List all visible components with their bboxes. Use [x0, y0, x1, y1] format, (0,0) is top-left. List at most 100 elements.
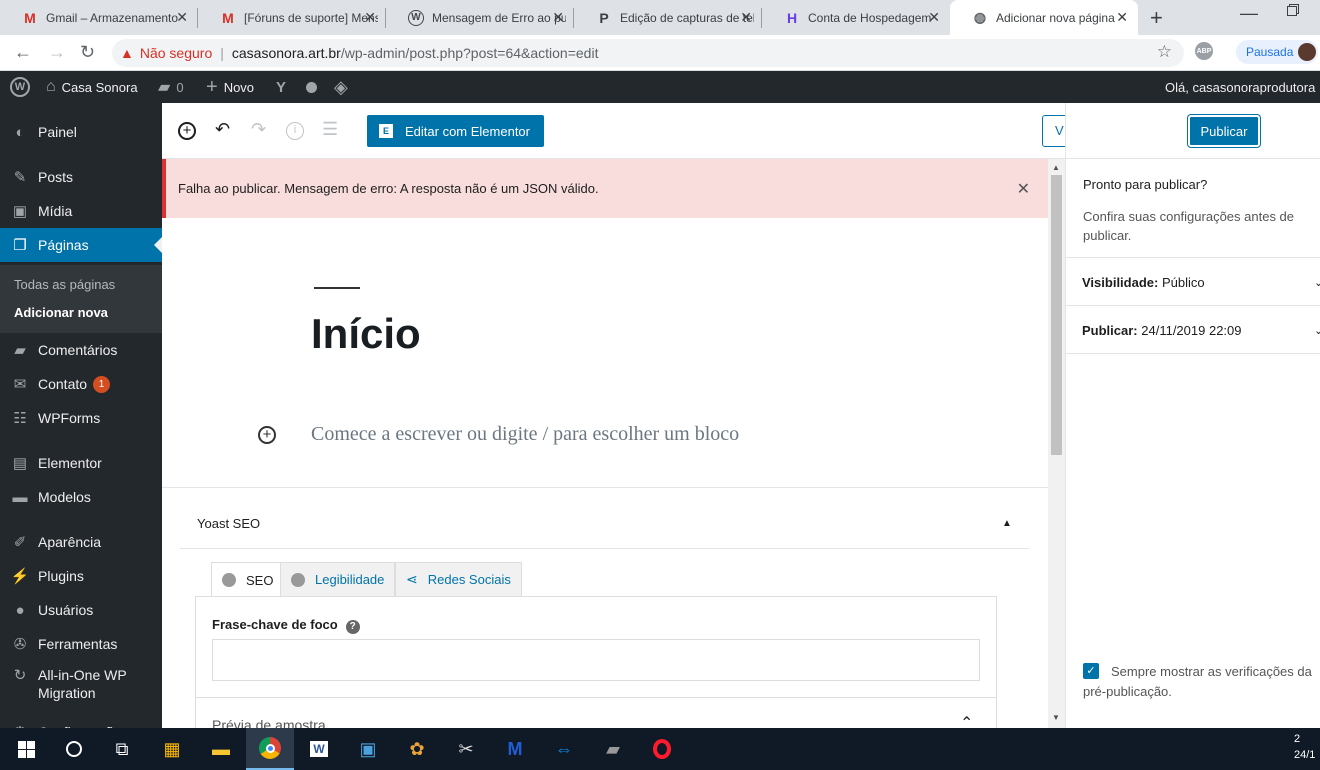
- browser-tab-forum[interactable]: M [Fóruns de suporte] Mensagem ✕: [198, 0, 386, 35]
- chevron-down-icon[interactable]: ⌄: [1314, 324, 1320, 337]
- browser-tab-wp-message[interactable]: W Mensagem de Erro ao publicar ✕: [386, 0, 574, 35]
- windows-start-icon[interactable]: [2, 728, 50, 770]
- new-tab-button[interactable]: +: [1150, 5, 1163, 31]
- sidebar-item-aparencia[interactable]: ✐ Aparência: [0, 525, 162, 559]
- close-tab-icon[interactable]: ✕: [552, 9, 564, 26]
- comments-link[interactable]: ▰ 0: [158, 71, 184, 103]
- paint-icon[interactable]: ✿: [393, 728, 441, 770]
- editor-scrollbar[interactable]: ▲ ▼: [1048, 159, 1065, 728]
- restore-window-button[interactable]: [1287, 6, 1297, 16]
- edit-with-elementor-button[interactable]: E Editar com Elementor: [367, 115, 544, 147]
- word-icon[interactable]: W: [295, 728, 343, 770]
- yoast-icon[interactable]: Y: [276, 71, 286, 103]
- address-bar[interactable]: ▲ Não seguro | casasonora.art.br/wp-admi…: [112, 39, 1184, 67]
- sidebar-item-label: Contato: [38, 376, 88, 392]
- prepublish-checkbox[interactable]: ✓: [1083, 663, 1099, 679]
- publish-date-row[interactable]: Publicar: 24/11/2019 22:09: [1082, 323, 1242, 338]
- site-name-link[interactable]: ⌂ Casa Sonora: [46, 71, 138, 103]
- sidebar-item-modelos[interactable]: ▬ Modelos: [0, 480, 162, 514]
- confirm-text: Confira suas configurações antes de publ…: [1083, 209, 1295, 243]
- sidebar-item-posts[interactable]: ✎ Posts: [0, 160, 162, 194]
- browser-tab-active[interactable]: ◍ Adicionar nova página ✕: [950, 0, 1138, 35]
- tab-redes-sociais[interactable]: ⋖ Redes Sociais: [395, 562, 522, 596]
- add-block-icon[interactable]: +: [178, 122, 196, 140]
- globe-icon: ◍: [973, 9, 987, 25]
- divider: [1066, 257, 1320, 258]
- submenu-all-pages[interactable]: Todas as páginas: [14, 277, 115, 292]
- tab-legibilidade[interactable]: Legibilidade: [280, 562, 396, 596]
- bookmark-star-icon[interactable]: ☆: [1157, 42, 1172, 62]
- browser-tab-hosting[interactable]: H Conta de Hospedagem ✕: [762, 0, 950, 35]
- tab-title: Adicionar nova página: [996, 10, 1115, 25]
- scrollbar-thumb[interactable]: [1051, 175, 1062, 455]
- add-block-icon[interactable]: +: [258, 426, 276, 444]
- browser-tab-gmail[interactable]: M Gmail – Armazenamento ✕: [0, 0, 198, 35]
- scroll-up-arrow-icon[interactable]: ▲: [1052, 163, 1060, 172]
- chevron-down-icon[interactable]: ⌄: [1314, 276, 1320, 289]
- teamviewer-icon[interactable]: ⇔: [540, 728, 588, 770]
- file-explorer-icon[interactable]: ▬: [197, 728, 245, 770]
- diamond-icon[interactable]: ◈: [334, 71, 348, 103]
- scroll-down-arrow-icon[interactable]: ▼: [1052, 713, 1060, 722]
- redo-icon[interactable]: ↷: [251, 119, 266, 140]
- wordpress-logo-icon[interactable]: W: [10, 71, 30, 103]
- sidebar-item-elementor[interactable]: ▤ Elementor: [0, 446, 162, 480]
- prepublish-checkbox-label[interactable]: Sempre mostrar as verificações da pré-pu…: [1083, 662, 1319, 702]
- publish-button[interactable]: Publicar: [1188, 115, 1260, 147]
- back-arrow-icon[interactable]: ←: [14, 42, 32, 63]
- account-greeting[interactable]: Olá, casasonoraprodutora: [1165, 71, 1315, 103]
- sidebar-item-migration[interactable]: ↻ All-in-One WP Migration: [0, 666, 162, 708]
- url-text[interactable]: casasonora.art.br/wp-admin/post.php?post…: [232, 45, 599, 61]
- search-circle-icon[interactable]: [50, 728, 98, 770]
- tool-icon[interactable]: ✂: [442, 728, 490, 770]
- help-icon[interactable]: ?: [345, 620, 360, 634]
- block-placeholder[interactable]: Comece a escrever ou digite / para escol…: [311, 423, 739, 446]
- sidebar-item-paginas[interactable]: ❐ Páginas: [0, 228, 162, 262]
- page-title[interactable]: Início: [311, 310, 421, 358]
- sidebar-item-comentarios[interactable]: ▰ Comentários: [0, 333, 162, 367]
- visibility-row[interactable]: Visibilidade: Público: [1082, 275, 1205, 290]
- undo-icon[interactable]: ↶: [215, 119, 230, 140]
- security-label[interactable]: Não seguro: [140, 45, 212, 61]
- close-tab-icon[interactable]: ✕: [928, 9, 940, 26]
- collapse-caret-icon[interactable]: ▲: [1002, 518, 1012, 529]
- plugin-icon: ⚡: [10, 568, 30, 585]
- submenu-add-new[interactable]: Adicionar nova: [14, 305, 108, 320]
- status-dot-icon[interactable]: [306, 71, 317, 103]
- forward-arrow-icon[interactable]: →: [48, 42, 66, 63]
- new-content-link[interactable]: + Novo: [206, 71, 254, 103]
- chrome-icon[interactable]: [246, 728, 294, 770]
- info-icon[interactable]: i: [286, 122, 304, 140]
- close-tab-icon[interactable]: ✕: [364, 9, 376, 26]
- browser-tab-screenshots[interactable]: P Edição de capturas de tela ✕: [574, 0, 762, 35]
- profile-button[interactable]: Pausada: [1236, 40, 1318, 64]
- sidebar-item-label: WPForms: [38, 410, 101, 426]
- sidebar-item-wpforms[interactable]: ☷ WPForms: [0, 401, 162, 435]
- disk-icon[interactable]: ▰: [589, 728, 637, 770]
- reload-icon[interactable]: ↻: [80, 42, 95, 63]
- minimize-window-button[interactable]: —: [1240, 3, 1258, 24]
- opera-icon[interactable]: [638, 728, 686, 770]
- migration-icon: ↻: [13, 667, 27, 684]
- yoast-heading[interactable]: Yoast SEO: [197, 516, 260, 531]
- tab-seo[interactable]: SEO: [211, 562, 285, 597]
- task-view-icon[interactable]: ⧉: [98, 728, 146, 770]
- store-icon[interactable]: ▦: [148, 728, 196, 770]
- close-tab-icon[interactable]: ✕: [176, 9, 188, 26]
- sidebar-item-painel[interactable]: ◐ Painel: [0, 115, 162, 149]
- adblock-extension-icon[interactable]: ABP: [1195, 42, 1213, 60]
- sidebar-item-midia[interactable]: ▣ Mídia: [0, 194, 162, 228]
- sidebar-item-ferramentas[interactable]: ✇ Ferramentas: [0, 627, 162, 661]
- malwarebytes-icon[interactable]: M: [491, 728, 539, 770]
- outline-icon[interactable]: ☰: [322, 119, 338, 140]
- close-tab-icon[interactable]: ✕: [740, 9, 752, 26]
- dismiss-notice-icon[interactable]: ✕: [1017, 179, 1030, 199]
- sidebar-item-usuarios[interactable]: ● Usuários: [0, 593, 162, 627]
- sidebar-item-contato[interactable]: ✉ Contato 1: [0, 367, 162, 401]
- focus-keyphrase-input[interactable]: [212, 639, 980, 681]
- app-icon[interactable]: ▣: [344, 728, 392, 770]
- sidebar-item-plugins[interactable]: ⚡ Plugins: [0, 559, 162, 593]
- wp-admin-bar: W ⌂ Casa Sonora ▰ 0 + Novo Y ◈ Olá, casa…: [0, 71, 1320, 103]
- close-tab-icon[interactable]: ✕: [1116, 9, 1128, 26]
- system-clock[interactable]: 2 24/1: [1294, 731, 1315, 763]
